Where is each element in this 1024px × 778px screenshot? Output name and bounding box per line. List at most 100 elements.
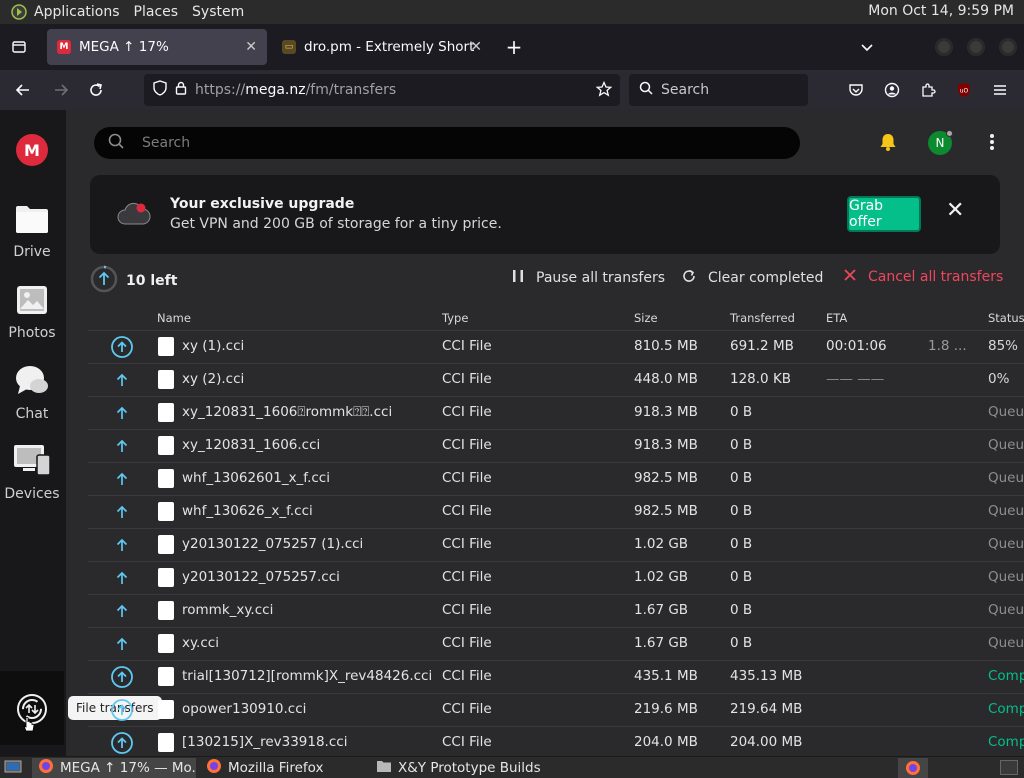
vpn-cloud-icon [117, 200, 151, 232]
ublock-origin-icon[interactable]: uO [953, 79, 975, 101]
table-row[interactable]: y20130122_075257.cci CCI File 1.02 GB 0 B Qu… [88, 561, 1024, 594]
maximize-window-icon[interactable] [967, 38, 985, 56]
file-size: 448.0 MB [634, 371, 698, 387]
notifications-bell-icon[interactable] [878, 132, 898, 156]
table-row[interactable]: whf_13062601_x_f.cci CCI File 982.5 MB 0 B Q… [88, 462, 1024, 495]
url-bar[interactable]: https://mega.nz/fm/transfers [144, 74, 620, 106]
table-row[interactable]: whf_130626_x_f.cci CCI File 982.5 MB 0 B Que… [88, 495, 1024, 528]
menu-system[interactable]: System [192, 4, 244, 20]
table-header: Name Type Size Transferred ETA Status [88, 306, 1024, 330]
table-row[interactable]: trial[130712][rommk]X_rev48426.cci CCI Fi… [88, 660, 1024, 693]
close-tab-icon[interactable]: ✕ [470, 39, 482, 55]
back-arrow-icon[interactable] [12, 79, 34, 101]
table-row[interactable]: xy_120831_1606.cci CCI File 918.3 MB 0 B Que… [88, 429, 1024, 462]
column-header-size[interactable]: Size [634, 311, 658, 325]
account-icon[interactable] [881, 79, 903, 101]
pause-all-label: Pause all transfers [536, 270, 666, 286]
promo-description: Get VPN and 200 GB of storage for a tiny… [170, 216, 502, 232]
url-host: mega.nz [245, 82, 306, 98]
taskbar-item-mega[interactable]: MEGA ↑ 17% — Mo... [32, 758, 196, 778]
taskbar-item-file-manager[interactable]: X&Y Prototype Builds [370, 758, 560, 778]
close-promo-icon[interactable]: ✕ [946, 198, 964, 223]
pause-icon [512, 269, 524, 287]
workspace-switcher[interactable] [1000, 760, 1018, 775]
table-row[interactable]: xy.cci CCI File 1.67 GB 0 B Queu [88, 627, 1024, 660]
chat-icon [15, 364, 49, 400]
reload-icon[interactable] [85, 79, 107, 101]
transferred-amount: 691.2 MB [730, 338, 794, 354]
tab-dro-pm[interactable]: ▭ dro.pm - Extremely Short Li ✕ [272, 29, 492, 65]
sidebar-item-chat[interactable]: Chat [0, 364, 64, 422]
mega-logo-icon[interactable]: M [16, 134, 48, 166]
table-row[interactable]: rommk_xy.cci CCI File 1.67 GB 0 B Queu [88, 594, 1024, 627]
file-type: CCI File [442, 371, 492, 387]
transfer-status: Queu [988, 503, 1024, 519]
list-all-tabs-chevron-icon[interactable] [856, 36, 878, 58]
user-avatar[interactable]: N [928, 130, 953, 155]
file-transfers-button[interactable] [0, 671, 64, 745]
upload-arrow-icon [110, 467, 134, 491]
sidebar-item-label: Photos [8, 325, 56, 341]
dro-favicon-icon: ▭ [282, 40, 296, 54]
upload-arrow-icon [110, 533, 134, 557]
column-header-status[interactable]: Status [988, 311, 1024, 325]
table-row[interactable]: [130215]X_rev33918.cci CCI File 204.0 MB 20… [88, 726, 1024, 756]
file-icon [158, 568, 174, 587]
tracking-protection-shield-icon[interactable] [153, 80, 167, 100]
column-header-transferred[interactable]: Transferred [730, 311, 795, 325]
taskbar-item-firefox[interactable]: Mozilla Firefox [200, 758, 366, 778]
column-header-type[interactable]: Type [442, 311, 468, 325]
extensions-puzzle-icon[interactable] [917, 79, 939, 101]
file-name: y20130122_075257.cci [182, 569, 340, 585]
transferred-amount: 0 B [730, 404, 753, 420]
bookmark-star-icon[interactable] [595, 80, 613, 101]
file-icon [158, 502, 174, 521]
column-header-eta[interactable]: ETA [826, 311, 847, 325]
file-name: whf_130626_x_f.cci [182, 503, 313, 519]
new-tab-icon[interactable]: + [503, 35, 525, 59]
grab-offer-button[interactable]: Grab offer [847, 196, 921, 232]
cancel-all-transfers-button[interactable]: Cancel all transfers [844, 269, 1003, 285]
sidebar-item-photos[interactable]: Photos [0, 285, 64, 341]
upgrade-promo-banner: Your exclusive upgrade Get VPN and 200 G… [90, 175, 1000, 254]
close-tab-icon[interactable]: ✕ [245, 39, 257, 55]
table-row[interactable]: opower130910.cci CCI File 219.6 MB 219.64 M… [88, 693, 1024, 726]
lock-icon[interactable] [175, 81, 187, 99]
menu-applications[interactable]: Applications [34, 4, 120, 20]
column-header-name[interactable]: Name [157, 311, 191, 325]
pocket-icon[interactable] [845, 79, 867, 101]
close-window-icon[interactable] [999, 38, 1017, 56]
sidebar-item-drive[interactable]: Drive [0, 204, 64, 260]
table-row[interactable]: y20130122_075257 (1).cci CCI File 1.02 GB 0… [88, 528, 1024, 561]
sidebar-item-devices[interactable]: Devices [0, 444, 64, 502]
file-type: CCI File [442, 635, 492, 651]
minimize-window-icon[interactable] [935, 38, 953, 56]
gnome-foot-icon[interactable] [10, 3, 28, 21]
clear-completed-button[interactable]: Clear completed [682, 269, 823, 287]
file-size: 1.67 GB [634, 635, 689, 651]
svg-text:uO: uO [960, 88, 969, 95]
tray-firefox-icon[interactable] [898, 758, 928, 778]
hamburger-menu-icon[interactable] [989, 79, 1011, 101]
browser-search-bar[interactable]: Search [629, 74, 808, 106]
forward-arrow-icon[interactable] [50, 79, 72, 101]
show-desktop-icon[interactable] [4, 759, 22, 778]
more-options-icon[interactable] [988, 132, 996, 156]
panel-clock[interactable]: Mon Oct 14, 9:59 PM [868, 3, 1014, 19]
tab-overview-icon[interactable] [8, 36, 30, 58]
browser-nav-bar: https://mega.nz/fm/transfers Search uO [0, 70, 1024, 110]
tab-mega[interactable]: M MEGA ↑ 17% ✕ [47, 29, 267, 65]
mega-search-input[interactable]: Search [94, 127, 800, 159]
file-icon [158, 436, 174, 455]
file-type: CCI File [442, 437, 492, 453]
file-type: CCI File [442, 734, 492, 750]
menu-places[interactable]: Places [134, 4, 179, 20]
file-icon [158, 469, 174, 488]
pause-all-transfers-button[interactable]: Pause all transfers [512, 269, 665, 287]
table-row[interactable]: xy (2).cci CCI File 448.0 MB 128.0 KB —— —— 0… [88, 363, 1024, 396]
transfer-status: Queu [988, 470, 1024, 486]
transferred-amount: 0 B [730, 569, 753, 585]
firefox-icon [206, 758, 222, 778]
table-row[interactable]: xy_120831_1606⍰rommk⍰⍰.cci CCI File 918.3 … [88, 396, 1024, 429]
table-row[interactable]: xy (1).cci CCI File 810.5 MB 691.2 MB 00:01:… [88, 330, 1024, 363]
